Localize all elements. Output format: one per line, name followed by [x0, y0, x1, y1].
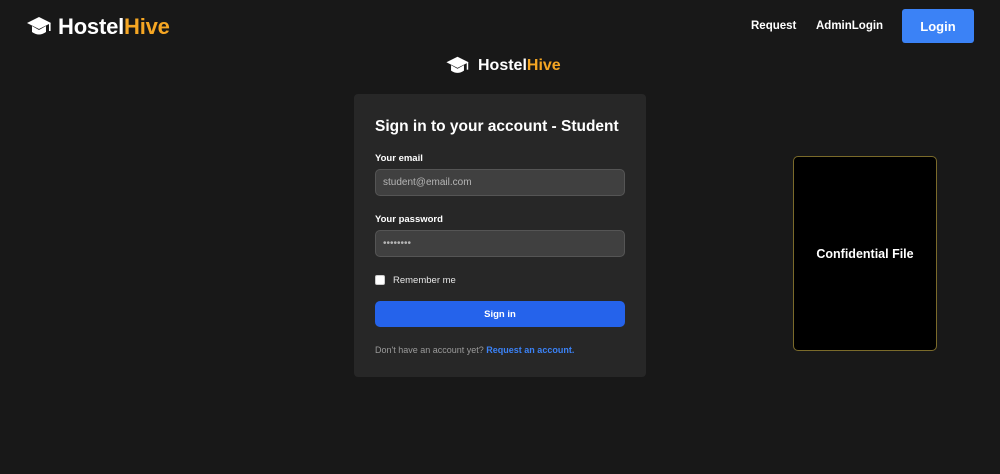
- remember-me-row: Remember me: [375, 274, 456, 286]
- graduation-cap-icon: [27, 17, 51, 35]
- password-label: Your password: [375, 214, 443, 225]
- nav-link-admin-login[interactable]: AdminLogin: [816, 20, 883, 32]
- password-field[interactable]: [375, 230, 625, 257]
- confidential-file-label: Confidential File: [816, 246, 914, 261]
- login-button[interactable]: Login: [902, 9, 974, 43]
- center-logo-name: HostelHive: [478, 57, 561, 75]
- navbar: HostelHive Request AdminLogin Login: [0, 0, 1000, 52]
- signup-prompt-text: Don't have an account yet?: [375, 345, 487, 355]
- signin-card: Sign in to your account - Student Your e…: [354, 94, 646, 377]
- remember-me-checkbox[interactable]: [375, 275, 385, 285]
- center-logo-accent: Hive: [526, 57, 561, 74]
- sign-in-button[interactable]: Sign in: [375, 301, 625, 327]
- email-field[interactable]: [375, 169, 625, 196]
- signin-title: Sign in to your account - Student: [375, 118, 619, 135]
- brand-name: HostelHive: [58, 14, 170, 40]
- confidential-file-card[interactable]: Confidential File: [793, 156, 937, 351]
- center-logo: HostelHive: [445, 54, 561, 78]
- center-logo-primary: Hostel: [478, 57, 527, 74]
- signup-prompt: Don't have an account yet? Request an ac…: [375, 345, 574, 355]
- nav-link-request[interactable]: Request: [751, 20, 796, 32]
- remember-me-label[interactable]: Remember me: [393, 275, 456, 286]
- request-account-link[interactable]: Request an account.: [486, 345, 574, 355]
- graduation-cap-icon: [446, 56, 469, 73]
- brand-name-accent: Hive: [124, 14, 170, 39]
- brand-name-primary: Hostel: [58, 14, 125, 39]
- email-label: Your email: [375, 153, 423, 164]
- brand-logo[interactable]: HostelHive: [26, 14, 170, 40]
